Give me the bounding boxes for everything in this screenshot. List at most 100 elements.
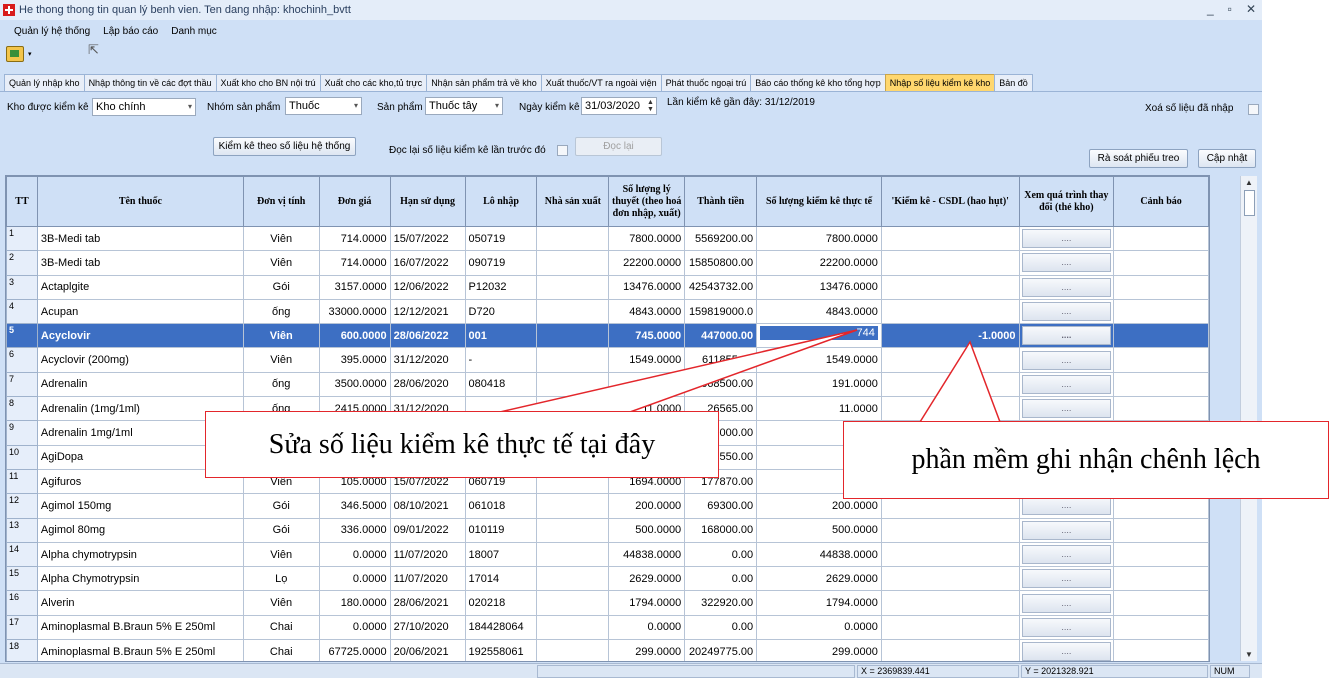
cell-actual-qty[interactable]: 299.0000	[756, 639, 882, 661]
table-row[interactable]: 13 Agimol 80mg Gói 336.0000 09/01/2022 010119…	[6, 517, 1209, 543]
cell-history[interactable]: ....	[1018, 371, 1115, 398]
cell-actual-qty[interactable]: 11.0000	[756, 396, 882, 422]
cell-history[interactable]: ....	[1018, 566, 1115, 592]
table-row[interactable]: 1 3B-Medi tab Viên 714.0000 15/07/2022 050719…	[6, 225, 1209, 252]
table-row[interactable]: 5 Acyclovir Viên 600.0000 28/06/2022 001 745.0…	[6, 323, 1209, 349]
view-history-button[interactable]: ....	[1021, 617, 1112, 637]
table-row[interactable]: 4 Acupan ống 33000.0000 12/12/2021 D720 4843.0…	[6, 298, 1209, 325]
spin-down-icon[interactable]: ▼	[646, 106, 655, 113]
table-row[interactable]: 7 Adrenalin ống 3500.0000 28/06/2020 080418 19…	[6, 371, 1209, 398]
cell-actual-qty[interactable]: 13476.0000	[756, 274, 882, 300]
cell-warning	[1113, 323, 1209, 349]
cell-actual-qty[interactable]: 22200.0000	[756, 250, 882, 276]
toolbar-tool-icon[interactable]	[6, 46, 24, 62]
cell-history[interactable]: ....	[1018, 614, 1115, 641]
vertical-scrollbar[interactable]: ▲ ▼	[1240, 176, 1257, 661]
cap-nhat-button[interactable]: Cập nhật	[1198, 149, 1256, 168]
cell-history[interactable]: ....	[1018, 541, 1115, 568]
xoa-checkbox[interactable]	[1248, 104, 1259, 115]
ra-soat-button[interactable]: Rà soát phiếu treo	[1089, 149, 1188, 168]
cell-history[interactable]: ....	[1018, 639, 1115, 661]
cell-history[interactable]: ....	[1018, 225, 1115, 252]
table-row[interactable]: 17 Aminoplasmal B.Braun 5% E 250ml Chai 0.0…	[6, 614, 1209, 641]
scroll-thumb[interactable]	[1244, 190, 1255, 216]
tab-nhan-san-pham-tra-ve[interactable]: Nhận sản phẩm trả về kho	[426, 74, 542, 91]
view-history-button[interactable]: ....	[1021, 593, 1112, 613]
toolbar-dropdown-icon[interactable]: ▾	[28, 50, 32, 58]
tab-phat-thuoc-ngoai-tru[interactable]: Phát thuốc ngoại trú	[660, 74, 752, 91]
cell-history[interactable]: ....	[1018, 517, 1115, 543]
tab-ban-do[interactable]: Bản đồ	[994, 74, 1033, 91]
doc-lai-button[interactable]: Đọc lại	[575, 137, 662, 156]
view-history-button[interactable]: ....	[1021, 374, 1112, 394]
view-history-button[interactable]: ....	[1021, 399, 1112, 419]
kiem-ke-button[interactable]: Kiểm kê theo số liệu hệ thống	[213, 137, 356, 156]
cell-history[interactable]: ....	[1018, 323, 1115, 349]
view-history-button[interactable]: ....	[1021, 520, 1112, 540]
sanpham-select[interactable]: Thuốc tây ▾	[425, 97, 503, 115]
cell-row-number: 17	[6, 614, 38, 641]
cell-actual-qty[interactable]: 744	[756, 323, 882, 349]
cell-actual-qty[interactable]: 500.0000	[756, 517, 882, 543]
cell-history[interactable]: ....	[1018, 250, 1115, 276]
cell-history[interactable]: ....	[1018, 274, 1115, 300]
view-history-button[interactable]: ....	[1021, 569, 1112, 589]
view-history-button[interactable]: ....	[1021, 496, 1112, 516]
cell-history[interactable]: ....	[1018, 590, 1115, 616]
cell-unit: Gói	[242, 493, 320, 519]
table-row[interactable]: 2 3B-Medi tab Viên 714.0000 16/07/2022 090719…	[6, 250, 1209, 276]
cell-actual-qty[interactable]: 0.0000	[756, 614, 882, 641]
scroll-up-icon[interactable]: ▲	[1245, 178, 1253, 187]
nhom-select[interactable]: Thuốc ▾	[285, 97, 362, 115]
scroll-down-icon[interactable]: ▼	[1245, 650, 1253, 659]
tab-nhap-so-lieu-kiem-ke[interactable]: Nhập số liệu kiểm kê kho	[884, 74, 996, 91]
tab-xuat-thuoc-ngoai-vien[interactable]: Xuất thuốc/VT ra ngoài viện	[540, 74, 662, 91]
table-row[interactable]: 15 Alpha Chymotrypsin Lọ 0.0000 11/07/2020 17…	[6, 566, 1209, 592]
tab-xuat-cac-kho-tu-truc[interactable]: Xuất cho các kho,tủ trực	[319, 74, 428, 91]
tab-quan-ly-nhap-kho[interactable]: Quản lý nhập kho	[4, 74, 85, 91]
table-row[interactable]: 6 Acyclovir (200mg) Viên 395.0000 31/12/2020…	[6, 347, 1209, 373]
menu-bao-cao[interactable]: Lập báo cáo	[103, 26, 158, 37]
view-history-button[interactable]: ....	[1021, 302, 1112, 322]
cell-row-number: 18	[6, 639, 38, 661]
actual-qty-editor[interactable]: 744	[760, 325, 878, 340]
table-row[interactable]: 16 Alverin Viên 180.0000 28/06/2021 020218 179…	[6, 590, 1209, 616]
spin-up-icon[interactable]: ▲	[646, 99, 655, 106]
cell-difference	[880, 250, 1020, 276]
cell-warning	[1113, 274, 1209, 300]
table-row[interactable]: 14 Alpha chymotrypsin Viên 0.0000 11/07/2020…	[6, 541, 1209, 568]
cell-history[interactable]: ....	[1018, 298, 1115, 325]
cell-actual-qty[interactable]: 4843.0000	[756, 298, 882, 325]
tab-nhap-thong-tin-dot-thau[interactable]: Nhập thông tin về các đợt thầu	[83, 74, 217, 91]
cell-actual-qty[interactable]: 1794.0000	[756, 590, 882, 616]
cell-actual-qty[interactable]: 191.0000	[756, 371, 882, 398]
doc-lai-checkbox[interactable]	[557, 145, 568, 156]
restore-icon[interactable]: ▫	[1228, 2, 1232, 16]
view-history-button[interactable]: ....	[1021, 326, 1112, 346]
tab-bao-cao-thong-ke[interactable]: Báo cáo thống kê kho tổng hợp	[750, 74, 886, 91]
close-icon[interactable]: ✕	[1246, 2, 1256, 16]
cell-actual-qty[interactable]: 2629.0000	[756, 566, 882, 592]
minimize-icon[interactable]: _	[1207, 2, 1214, 16]
cell-expiry-date: 31/12/2020	[389, 347, 466, 373]
table-row[interactable]: 18 Aminoplasmal B.Braun 5% E 250ml Chai 677…	[6, 639, 1209, 661]
menu-he-thong[interactable]: Quản lý hệ thống	[14, 26, 90, 37]
view-history-button[interactable]: ....	[1021, 642, 1112, 661]
kho-select[interactable]: Kho chính ▾	[92, 98, 196, 116]
tab-xuat-kho-bn-noi-tru[interactable]: Xuất kho cho BN nội trú	[215, 74, 321, 91]
cell-row-number: 14	[6, 541, 38, 568]
cell-actual-qty[interactable]: 44838.0000	[756, 541, 882, 568]
table-row[interactable]: 3 Actaplgite Gói 3157.0000 12/06/2022 P12032 1…	[6, 274, 1209, 300]
view-history-button[interactable]: ....	[1021, 229, 1112, 249]
date-spinner[interactable]: ▲ ▼	[646, 99, 655, 113]
view-history-button[interactable]: ....	[1021, 277, 1112, 297]
cell-unit-price: 0.0000	[318, 614, 391, 641]
cell-actual-qty[interactable]: 1549.0000	[756, 347, 882, 373]
view-history-button[interactable]: ....	[1021, 545, 1112, 564]
view-history-button[interactable]: ....	[1021, 350, 1112, 370]
view-history-button[interactable]: ....	[1021, 253, 1112, 273]
menu-danh-muc[interactable]: Danh mục	[171, 26, 217, 37]
cell-history[interactable]: ....	[1018, 396, 1115, 422]
cell-actual-qty[interactable]: 7800.0000	[756, 225, 882, 252]
cell-history[interactable]: ....	[1018, 347, 1115, 373]
